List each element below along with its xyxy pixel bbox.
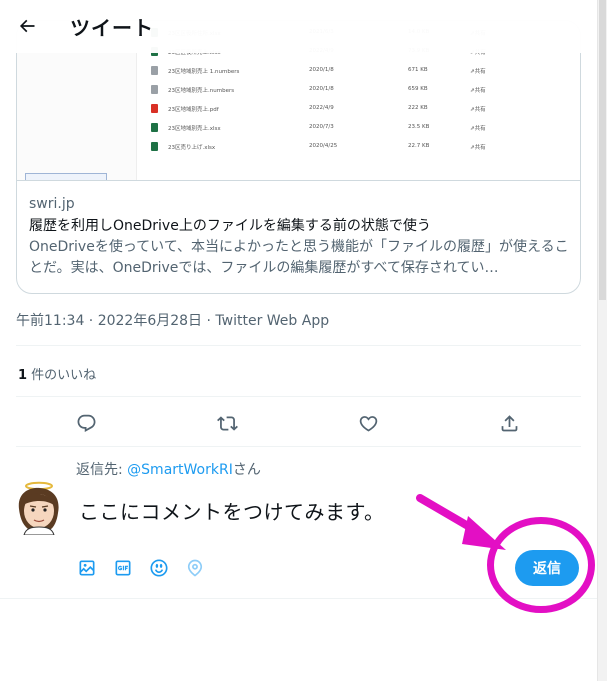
file-share-status: ⇗共有 [470, 88, 486, 94]
card-title: 履歴を利用しOneDrive上のファイルを編集する前の状態で使う [29, 218, 431, 234]
reply-icon [77, 414, 95, 432]
file-name: 23区売り上げ.xlsx [168, 145, 216, 151]
file-row: 23区地域別売上.numbers 2020/1/8 659 KB ⇗共有 [151, 82, 580, 100]
user-avatar-illustration [18, 481, 59, 536]
like-action-button[interactable] [351, 406, 385, 440]
file-row: 23区売り上げ.xlsx 2020/4/25 22.7 KB ⇗共有 [151, 139, 580, 157]
file-share-status: ⇗共有 [470, 126, 486, 132]
file-icon [151, 66, 158, 75]
file-icon [151, 85, 158, 94]
reply-to-handle[interactable]: @SmartWorkRI [127, 462, 233, 478]
link-card[interactable]: 23区区役所住所.xlsx2021/6/314.0 KB⇗共有23区区役所売上.… [16, 20, 581, 294]
gif-icon [115, 560, 131, 576]
share-action-button[interactable] [492, 406, 526, 440]
excel-icon [151, 123, 158, 132]
file-date: 2022/4/9 [309, 105, 334, 111]
divider [0, 598, 597, 599]
scrollbar-thumb[interactable] [599, 0, 606, 300]
reply-to-suffix: さん [232, 462, 261, 478]
arrow-left-icon [19, 19, 35, 33]
likes-count[interactable]: 1 件のいいね [18, 364, 96, 383]
emoji-icon [150, 559, 168, 577]
divider [16, 345, 581, 346]
file-date: 2020/1/8 [309, 86, 334, 92]
file-size: 23.5 KB [408, 124, 430, 130]
header-bar: ツイート [0, 0, 597, 53]
tweet-timestamp[interactable]: 午前11:34 · 2022年6月28日 · Twitter Web App [16, 310, 329, 330]
excel-icon [151, 142, 158, 151]
share-icon [501, 414, 517, 431]
add-emoji-button[interactable] [147, 556, 171, 580]
reply-action-button[interactable] [69, 406, 103, 440]
annotation-arrow [416, 494, 506, 550]
location-pin-icon [187, 559, 203, 577]
page-title: ツイート [70, 16, 154, 40]
heart-icon [359, 415, 377, 432]
file-row: 23区地域別売上 1.numbers 2020/1/8 671 KB ⇗共有 [151, 63, 580, 81]
file-row: 23区地域別売上.xlsx 2020/7/3 23.5 KB ⇗共有 [151, 120, 580, 138]
file-name: 23区地域別売上.pdf [168, 107, 219, 113]
file-date: 2020/1/8 [309, 67, 334, 73]
reply-composer-input[interactable]: ここにコメントをつけてみます。 [79, 496, 385, 525]
file-name: 23区地域別売上.numbers [168, 88, 235, 94]
file-name: 23区地域別売上 1.numbers [168, 69, 240, 75]
pdf-icon [151, 104, 158, 113]
image-icon [79, 560, 95, 576]
file-size: 671 KB [408, 67, 428, 73]
add-media-button[interactable] [75, 556, 99, 580]
reply-submit-button[interactable]: 返信 [515, 550, 579, 586]
back-button[interactable] [10, 9, 44, 43]
reply-to-label: 返信先: @SmartWorkRIさん [76, 459, 261, 479]
divider [16, 446, 581, 447]
scrollbar[interactable] [597, 0, 607, 681]
add-gif-button[interactable] [111, 556, 135, 580]
file-share-status: ⇗共有 [470, 145, 486, 151]
card-text: swri.jp 履歴を利用しOneDrive上のファイルを編集する前の状態で使う… [29, 193, 574, 281]
avatar[interactable] [14, 479, 64, 536]
card-description: OneDriveを使っていて、本当によかったと思う機能が「ファイルの履歴」が使え… [29, 239, 569, 276]
file-row: 23区地域別売上.pdf 2022/4/9 222 KB ⇗共有 [151, 101, 580, 119]
file-size: 22.7 KB [408, 143, 430, 149]
file-date: 2020/7/3 [309, 124, 334, 130]
divider [16, 396, 581, 397]
likes-number: 1 [18, 368, 28, 383]
retweet-icon [216, 415, 238, 431]
retweet-action-button[interactable] [210, 406, 244, 440]
file-share-status: ⇗共有 [470, 107, 486, 113]
card-domain: swri.jp [29, 196, 75, 212]
file-date: 2020/4/25 [309, 143, 338, 149]
file-name: 23区地域別売上.xlsx [168, 126, 221, 132]
explorer-panel-button [25, 173, 107, 180]
likes-label: 件のいいね [27, 368, 97, 383]
reply-to-prefix: 返信先: [76, 462, 128, 478]
file-size: 659 KB [408, 86, 428, 92]
file-size: 222 KB [408, 105, 428, 111]
file-share-status: ⇗共有 [470, 69, 486, 75]
add-location-button[interactable] [183, 556, 207, 580]
